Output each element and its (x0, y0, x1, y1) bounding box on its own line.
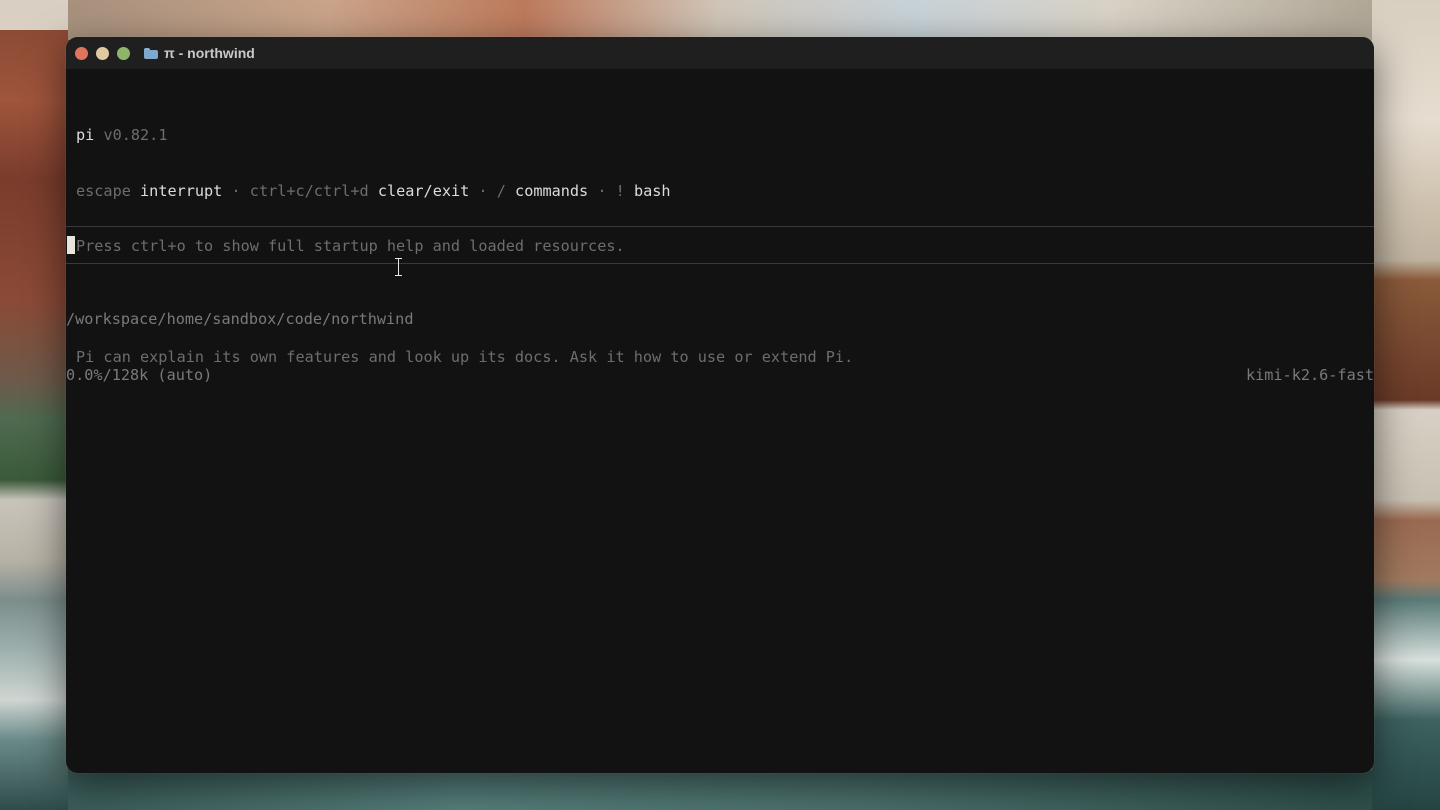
window-controls (75, 46, 130, 60)
maximize-button[interactable] (117, 46, 130, 60)
text-cursor (67, 236, 75, 254)
shortcut-key: / (496, 181, 506, 200)
footer-row-usage: 0.0%/128k (auto) kimi-k2.6-fast (66, 366, 1374, 385)
shortcut-separator: · (478, 181, 488, 200)
shortcut-key: ctrl+c/ctrl+d (249, 181, 369, 200)
footer-row-cwd: /workspace/home/sandbox/code/northwind (66, 310, 1374, 329)
shortcuts-line: escape interrupt · ctrl+c/ctrl+d clear/e… (76, 182, 853, 201)
context-usage: 0.0%/128k (auto) (66, 365, 213, 384)
app-version: v0.82.1 (103, 126, 168, 144)
desktop-wallpaper-bottom (68, 770, 1372, 810)
shortcut-action: commands (515, 181, 589, 200)
folder-icon (144, 47, 158, 59)
model-name: kimi-k2.6-fast (1245, 365, 1374, 384)
prompt-input[interactable] (76, 236, 1366, 254)
close-button[interactable] (75, 46, 88, 60)
minimize-button[interactable] (96, 46, 109, 60)
window-title: π - northwind (144, 45, 255, 61)
input-top-divider (66, 226, 1374, 227)
working-directory: /workspace/home/sandbox/code/northwind (66, 310, 414, 328)
shortcut-action: interrupt (140, 181, 223, 200)
desktop-wallpaper-top (68, 0, 1372, 40)
desktop-wallpaper-right (1372, 0, 1440, 810)
shortcut-separator: · (597, 181, 607, 200)
shortcut-action: clear/exit (377, 181, 470, 200)
window-title-text: π - northwind (164, 45, 255, 61)
desktop-wallpaper-left (0, 0, 68, 810)
terminal-window: π - northwind pi v0.82.1 escape interrup… (66, 37, 1374, 773)
app-name: pi (76, 126, 95, 144)
window-titlebar[interactable]: π - northwind (66, 37, 1374, 69)
shortcut-separator: · (231, 181, 241, 200)
shortcut-action: bash (633, 181, 671, 200)
status-footer: /workspace/home/sandbox/code/northwind 0… (66, 273, 1374, 421)
shortcut-key: escape (76, 181, 131, 200)
version-line: pi v0.82.1 (76, 126, 853, 145)
shortcut-key: ! (615, 181, 625, 200)
input-bottom-divider (66, 263, 1374, 264)
